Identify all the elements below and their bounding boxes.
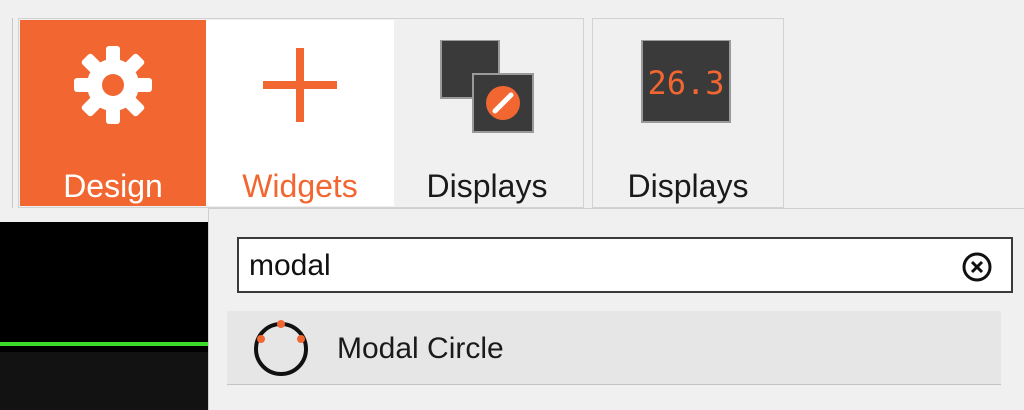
- widget-search-popup: Modal Circle: [208, 208, 1024, 410]
- displays-dropdown-label: Displays: [627, 168, 749, 204]
- design-button[interactable]: Design: [20, 20, 206, 206]
- toolbar-left-edge: [0, 18, 13, 208]
- plus-icon: [263, 48, 337, 122]
- search-result-label: Modal Circle: [337, 332, 504, 365]
- preview-lower-area: [0, 352, 208, 410]
- clear-search-button[interactable]: [961, 251, 993, 283]
- search-result-item[interactable]: Modal Circle: [227, 311, 1001, 385]
- widgets-label: Widgets: [242, 168, 358, 204]
- displays-label: Displays: [426, 168, 548, 204]
- widgets-button[interactable]: Widgets: [206, 20, 394, 206]
- digital-readout-icon: 26.3: [641, 40, 731, 123]
- toolbar: Design Widgets Displays 26.3 Displays: [0, 0, 1024, 218]
- clear-circle-x-icon: [962, 252, 992, 282]
- search-box: [237, 237, 1013, 293]
- gear-icon: [74, 46, 152, 124]
- displays-dropdown-button[interactable]: 26.3 Displays: [596, 20, 780, 218]
- design-label: Design: [63, 168, 163, 204]
- displays-icon: [440, 40, 534, 133]
- readout-value: 26.3: [647, 64, 724, 102]
- preview-panel: [0, 222, 208, 410]
- search-input[interactable]: [249, 247, 939, 285]
- green-trace-line: [0, 342, 208, 346]
- displays-button[interactable]: Displays: [394, 20, 580, 206]
- modal-circle-icon: [254, 320, 308, 376]
